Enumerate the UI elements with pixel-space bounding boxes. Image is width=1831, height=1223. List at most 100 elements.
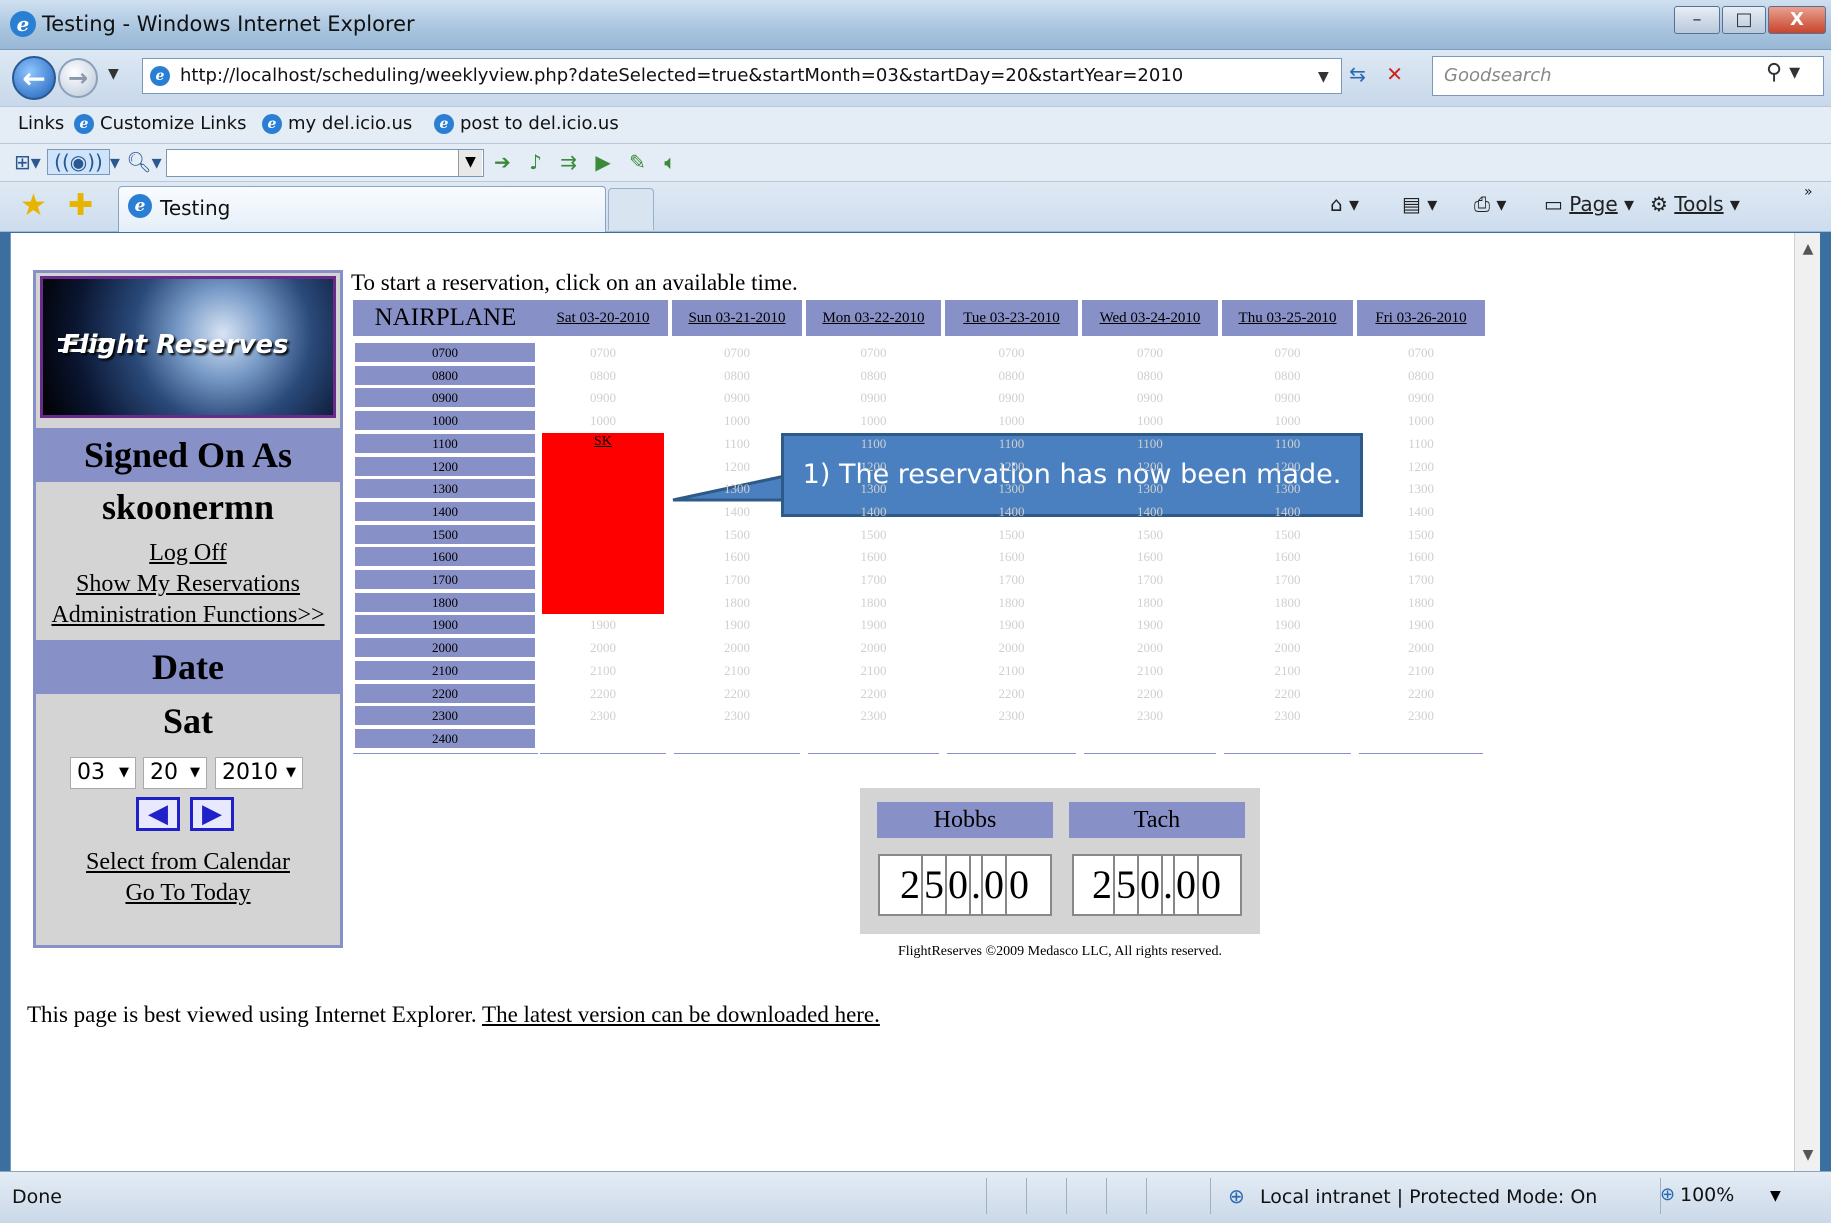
time-slot[interactable]: 0900 (548, 388, 658, 407)
time-slot[interactable]: 1200 (1233, 457, 1343, 476)
time-slot[interactable]: 1500 (819, 525, 929, 544)
time-slot[interactable]: 1200 (957, 457, 1067, 476)
time-slot[interactable]: 1200 (1095, 457, 1205, 476)
search-icon[interactable]: ⚲ ▾ (1766, 60, 1800, 85)
time-slot[interactable]: 2300 (1233, 706, 1343, 725)
toolbar-dropdown-chevron-down-icon[interactable]: ▼ (458, 150, 482, 176)
time-slot[interactable]: 0900 (1095, 388, 1205, 407)
recent-pages-chevron-down-icon[interactable]: ▼ (108, 66, 119, 82)
time-slot[interactable]: 2000 (1095, 638, 1205, 657)
time-slot[interactable]: 2100 (1095, 661, 1205, 680)
reservation-block[interactable] (542, 433, 664, 614)
new-tab-button[interactable] (608, 188, 654, 230)
time-slot[interactable]: 1200 (682, 457, 792, 476)
time-slot[interactable]: 1500 (1366, 525, 1476, 544)
time-slot[interactable]: 2300 (1095, 706, 1205, 725)
time-slot[interactable]: 1000 (819, 411, 929, 430)
time-slot[interactable]: 1900 (1366, 615, 1476, 634)
time-slot[interactable]: 1900 (957, 615, 1067, 634)
time-slot[interactable]: 1700 (819, 570, 929, 589)
time-slot[interactable]: 1300 (819, 479, 929, 498)
time-slot[interactable]: 1200 (1366, 457, 1476, 476)
time-slot[interactable]: 1300 (1095, 479, 1205, 498)
time-slot[interactable]: 1100 (1233, 434, 1343, 453)
day-header[interactable]: Mon 03-22-2010 (806, 300, 941, 336)
time-slot[interactable]: 2300 (1366, 706, 1476, 725)
time-slot[interactable]: 2000 (957, 638, 1067, 657)
minimize-button[interactable]: – (1674, 6, 1720, 34)
day-header[interactable]: Wed 03-24-2010 (1082, 300, 1218, 336)
time-slot[interactable]: 2200 (548, 684, 658, 703)
time-slot[interactable]: 1700 (1233, 570, 1343, 589)
time-slot[interactable]: 1600 (957, 547, 1067, 566)
time-slot[interactable]: 2100 (957, 661, 1067, 680)
time-slot[interactable]: 0700 (1366, 343, 1476, 362)
page-menu[interactable]: ▭ Page ▾ (1544, 192, 1634, 216)
time-slot[interactable]: 1800 (819, 593, 929, 612)
time-slot[interactable]: 1400 (957, 502, 1067, 521)
time-slot[interactable]: 2200 (1095, 684, 1205, 703)
time-slot[interactable]: 2200 (1366, 684, 1476, 703)
time-slot[interactable]: 0900 (957, 388, 1067, 407)
time-slot[interactable]: 0800 (819, 366, 929, 385)
time-slot[interactable]: 0800 (1233, 366, 1343, 385)
time-slot[interactable]: 1300 (682, 479, 792, 498)
time-slot[interactable]: 1900 (819, 615, 929, 634)
time-slot[interactable]: 2000 (819, 638, 929, 657)
time-slot[interactable]: 1800 (1095, 593, 1205, 612)
time-slot[interactable]: 0700 (548, 343, 658, 362)
time-slot[interactable]: 2100 (1233, 661, 1343, 680)
time-slot[interactable]: 1300 (1366, 479, 1476, 498)
time-slot[interactable]: 0800 (548, 366, 658, 385)
time-slot[interactable]: 1400 (819, 502, 929, 521)
time-slot[interactable]: 1700 (957, 570, 1067, 589)
day-header[interactable]: Sun 03-21-2010 (672, 300, 802, 336)
tools-menu[interactable]: ⚙ Tools ▾ (1650, 192, 1740, 216)
address-dropdown-icon[interactable]: ▼ (1318, 69, 1329, 85)
admin-functions-link[interactable]: Administration Functions>> (33, 602, 343, 629)
feeds-icon[interactable]: ▤ ▾ (1402, 192, 1437, 216)
time-slot[interactable]: 2200 (682, 684, 792, 703)
time-slot[interactable]: 1700 (1095, 570, 1205, 589)
time-slot[interactable]: 1500 (682, 525, 792, 544)
toolbar-tool-icons[interactable]: ➔ ♪ ⇉ ▶ ✎ 🔈︎ (494, 150, 682, 174)
year-select[interactable]: 2010 ▼ (215, 757, 303, 789)
time-slot[interactable]: 1400 (1095, 502, 1205, 521)
time-slot[interactable]: 1100 (957, 434, 1067, 453)
time-slot[interactable]: 0900 (819, 388, 929, 407)
time-slot[interactable]: 1000 (1366, 411, 1476, 430)
time-slot[interactable]: 1100 (682, 434, 792, 453)
time-slot[interactable]: 2100 (1366, 661, 1476, 680)
time-slot[interactable]: 1600 (682, 547, 792, 566)
zoom-level[interactable]: 100% (1680, 1184, 1734, 1206)
search-toolbar-icon[interactable]: 🔍︎▾ (126, 150, 161, 174)
maximize-button[interactable]: □ (1722, 6, 1766, 34)
show-reservations-link[interactable]: Show My Reservations (33, 571, 343, 598)
time-slot[interactable]: 2300 (548, 706, 658, 725)
time-slot[interactable]: 0800 (957, 366, 1067, 385)
month-select[interactable]: 03 ▼ (70, 757, 136, 789)
next-day-arrow-icon[interactable]: ▶ (190, 797, 234, 831)
time-slot[interactable]: 1600 (1233, 547, 1343, 566)
time-slot[interactable]: 0700 (957, 343, 1067, 362)
time-slot[interactable]: 1100 (819, 434, 929, 453)
time-slot[interactable]: 1000 (1095, 411, 1205, 430)
time-slot[interactable]: 1500 (1233, 525, 1343, 544)
forward-button[interactable]: → (58, 58, 98, 98)
time-slot[interactable]: 0800 (1366, 366, 1476, 385)
address-url[interactable]: http://localhost/scheduling/weeklyview.p… (180, 65, 1183, 86)
add-favorite-star-icon[interactable]: ✚ (68, 188, 93, 223)
link-post-to-delicious[interactable]: e post to del.icio.us (434, 113, 619, 134)
time-slot[interactable]: 1100 (1095, 434, 1205, 453)
time-slot[interactable]: 1400 (1366, 502, 1476, 521)
time-slot[interactable]: 1000 (682, 411, 792, 430)
link-customize-links[interactable]: e Customize Links (74, 113, 246, 134)
scroll-up-icon[interactable]: ▲ (1795, 241, 1821, 257)
time-slot[interactable]: 1600 (1095, 547, 1205, 566)
print-icon[interactable]: ⎙ ▾ (1474, 192, 1506, 216)
more-chevron-icon[interactable]: » (1804, 184, 1813, 200)
time-slot[interactable]: 0700 (1095, 343, 1205, 362)
day-select[interactable]: 20 ▼ (143, 757, 207, 789)
time-slot[interactable]: 2100 (548, 661, 658, 680)
zoom-chevron-down-icon[interactable]: ▼ (1770, 1188, 1781, 1204)
